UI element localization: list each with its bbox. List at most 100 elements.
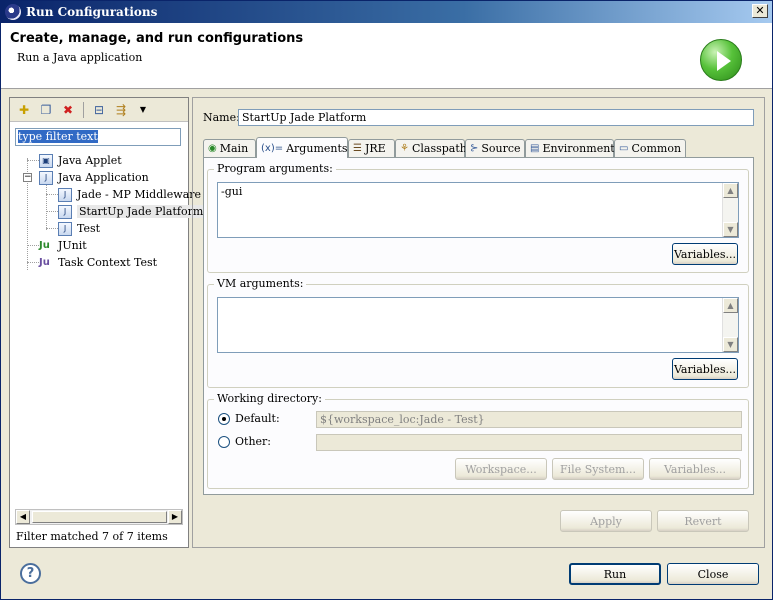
revert-button[interactable]: Revert	[657, 510, 749, 532]
help-icon[interactable]: ?	[20, 563, 41, 584]
java-app-icon: J	[58, 187, 72, 202]
default-radio-label: Default:	[235, 412, 280, 425]
junit-icon: Ju	[39, 240, 50, 251]
tree-item-java-applet[interactable]: ▣ Java Applet	[39, 152, 122, 169]
tree-item-jade-mp-middleware[interactable]: J Jade - MP Middleware	[58, 186, 201, 203]
filter-status: Filter matched 7 of 7 items	[16, 530, 168, 543]
common-tab-icon: ▭	[619, 143, 629, 154]
scroll-up-icon[interactable]: ▲	[723, 183, 738, 198]
close-window-button[interactable]: ✕	[752, 4, 768, 18]
title-bar: Run Configurations ✕	[1, 1, 772, 23]
main-tab-icon: ◉	[208, 143, 217, 154]
tree-item-label: Test	[77, 222, 101, 235]
source-tab-icon: ⊱	[470, 143, 479, 154]
tree-line	[27, 160, 39, 161]
filter-icon[interactable]: ⇶	[111, 100, 131, 120]
program-arguments-textarea[interactable]: -gui ▲ ▼	[217, 182, 739, 238]
working-directory-group: Working directory: Default: ${workspace_…	[207, 392, 749, 489]
run-configurations-dialog: Run Configurations ✕ Create, manage, and…	[0, 0, 773, 600]
tab-label: Arguments	[286, 141, 348, 155]
filter-input[interactable]: type filter text	[15, 128, 181, 146]
config-tabs: ◉ Main (x)= Arguments ☰ JRE ⚘ Classpath …	[203, 137, 754, 158]
run-banner-icon	[700, 39, 742, 81]
scroll-up-icon[interactable]: ▲	[723, 298, 738, 313]
tree-line	[46, 194, 58, 195]
java-app-icon: J	[58, 204, 72, 219]
tab-environment[interactable]: ▤ Environment	[525, 139, 615, 157]
tab-label: Source	[481, 142, 521, 155]
scroll-right-icon[interactable]: ▶	[168, 510, 182, 524]
tab-source[interactable]: ⊱ Source	[465, 139, 525, 157]
tab-label: Common	[631, 142, 682, 155]
run-button[interactable]: Run	[569, 563, 661, 585]
header-title: Create, manage, and run configurations	[10, 31, 304, 46]
tree-item-label: Task Context Test	[58, 256, 158, 269]
tree-item-startup-jade-platform[interactable]: J StartUp Jade Platform	[58, 203, 206, 220]
tree-item-junit[interactable]: Ju JUnit	[39, 237, 87, 254]
scroll-thumb[interactable]	[32, 511, 167, 523]
tab-label: Environment	[542, 142, 615, 155]
new-config-icon[interactable]: ✚	[14, 100, 34, 120]
other-radio-label: Other:	[235, 435, 271, 448]
tab-label: JRE	[364, 142, 386, 155]
eclipse-icon	[5, 4, 21, 20]
tree-line	[46, 180, 47, 230]
duplicate-icon[interactable]: ❐	[36, 100, 56, 120]
config-editor-panel: Name: StartUp Jade Platform ◉ Main (x)= …	[192, 97, 765, 548]
scroll-left-icon[interactable]: ◀	[16, 510, 30, 524]
name-label: Name:	[203, 111, 240, 124]
default-radio[interactable]	[218, 412, 230, 425]
program-arguments-variables-button[interactable]: Variables...	[672, 243, 738, 265]
tab-common[interactable]: ▭ Common	[614, 139, 686, 157]
tree-item-label: JUnit	[58, 239, 87, 252]
launch-config-panel: ✚ ❐ ✖ ⊟ ⇶ ▼ type filter text − ▣ Java Ap…	[9, 97, 206, 548]
tree-item-java-application[interactable]: J Java Application	[39, 169, 149, 186]
java-app-icon: J	[39, 170, 53, 185]
tree-line	[46, 211, 58, 212]
close-button[interactable]: Close	[667, 563, 759, 585]
delete-icon[interactable]: ✖	[58, 100, 78, 120]
tab-main[interactable]: ◉ Main	[203, 139, 256, 157]
program-arguments-scrollbar[interactable]: ▲ ▼	[722, 183, 738, 237]
vm-arguments-textarea[interactable]: ▲ ▼	[217, 297, 739, 353]
config-toolbar: ✚ ❐ ✖ ⊟ ⇶ ▼	[10, 98, 188, 122]
vm-arguments-group: VM arguments: ▲ ▼ Variables...	[207, 277, 749, 388]
working-directory-variables-button[interactable]: Variables...	[649, 458, 741, 480]
vm-arguments-variables-button[interactable]: Variables...	[672, 358, 738, 380]
default-radio-option[interactable]: Default:	[218, 412, 280, 425]
tab-classpath[interactable]: ⚘ Classpath	[395, 139, 467, 157]
tree-item-label: Java Applet	[58, 154, 122, 167]
workspace-button[interactable]: Workspace...	[455, 458, 547, 480]
program-arguments-title: Program arguments:	[214, 162, 336, 175]
tab-label: Classpath	[411, 142, 467, 155]
menu-arrow-icon[interactable]: ▼	[133, 100, 153, 120]
vm-arguments-title: VM arguments:	[214, 277, 307, 290]
name-input[interactable]: StartUp Jade Platform	[238, 109, 754, 126]
scroll-down-icon[interactable]: ▼	[723, 337, 738, 352]
tab-jre[interactable]: ☰ JRE	[348, 139, 395, 157]
java-app-icon: J	[58, 221, 72, 236]
collapse-all-icon[interactable]: ⊟	[89, 100, 109, 120]
other-radio-option[interactable]: Other:	[218, 435, 271, 448]
environment-tab-icon: ▤	[530, 143, 540, 154]
jre-tab-icon: ☰	[353, 143, 362, 154]
tree-item-label: Java Application	[58, 171, 149, 184]
applet-icon: ▣	[39, 153, 53, 168]
window-title: Run Configurations	[26, 5, 158, 19]
header-subtitle: Run a Java application	[17, 51, 143, 64]
vm-arguments-scrollbar[interactable]: ▲ ▼	[722, 298, 738, 352]
tree-horizontal-scrollbar[interactable]: ◀ ▶	[15, 509, 183, 525]
tab-label: Main	[219, 142, 249, 155]
program-arguments-group: Program arguments: -gui ▲ ▼ Variables...	[207, 162, 749, 273]
tree-item-task-context-test[interactable]: Ju Task Context Test	[39, 254, 157, 271]
tab-arguments[interactable]: (x)= Arguments	[256, 137, 348, 158]
other-directory-field[interactable]	[316, 434, 742, 451]
scroll-down-icon[interactable]: ▼	[723, 222, 738, 237]
working-directory-title: Working directory:	[214, 392, 325, 405]
tree-item-test[interactable]: J Test	[58, 220, 100, 237]
apply-button[interactable]: Apply	[560, 510, 652, 532]
tree-expander[interactable]: −	[23, 173, 32, 182]
other-radio[interactable]	[218, 435, 230, 448]
tree-line	[46, 228, 58, 229]
file-system-button[interactable]: File System...	[552, 458, 644, 480]
